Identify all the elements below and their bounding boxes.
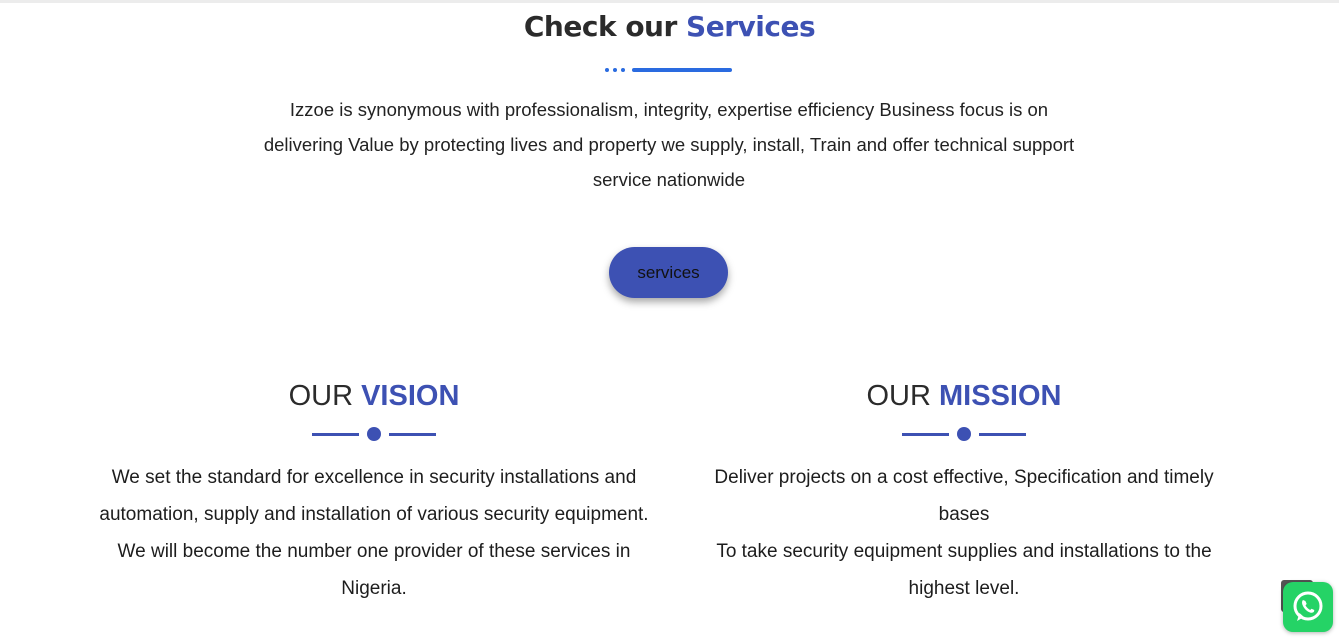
services-heading-divider [605,67,735,73]
vision-heading: OUR VISION [88,380,660,413]
divider-dot [957,427,971,441]
vision-heading-prefix: OUR [288,380,354,412]
services-intro-text: Izzoe is synonymous with professionalism… [263,99,1075,190]
services-heading: Check our Services [0,10,1339,43]
vision-divider [312,426,436,442]
mission-paragraph-2: To take security equipment supplies and … [716,541,1212,599]
divider-line [979,433,1026,436]
whatsapp-glyph [1293,591,1323,621]
mission-divider [902,426,1026,442]
divider-dot [605,68,609,72]
vision-text: We set the standard for excellence in se… [92,459,656,607]
divider-line [312,433,359,436]
divider-dot [367,427,381,441]
header-bottom-border [0,0,1339,3]
mission-heading-prefix: OUR [866,380,931,412]
mission-text: Deliver projects on a cost effective, Sp… [690,459,1238,607]
mission-heading: OUR MISSION [680,380,1248,413]
divider-dot [621,68,625,72]
services-heading-prefix: Check our [523,10,677,43]
divider-bar [632,68,732,72]
vision-heading-accent: VISION [361,380,460,412]
mission-paragraph-1: Deliver projects on a cost effective, Sp… [714,467,1214,525]
vision-paragraph: We set the standard for excellence in se… [99,467,649,599]
services-heading-accent: Services [686,10,816,43]
divider-line [389,433,436,436]
services-button[interactable]: services [609,247,728,298]
whatsapp-icon[interactable] [1283,582,1333,632]
divider-line [902,433,949,436]
divider-dot [613,68,617,72]
mission-heading-accent: MISSION [939,380,1062,412]
